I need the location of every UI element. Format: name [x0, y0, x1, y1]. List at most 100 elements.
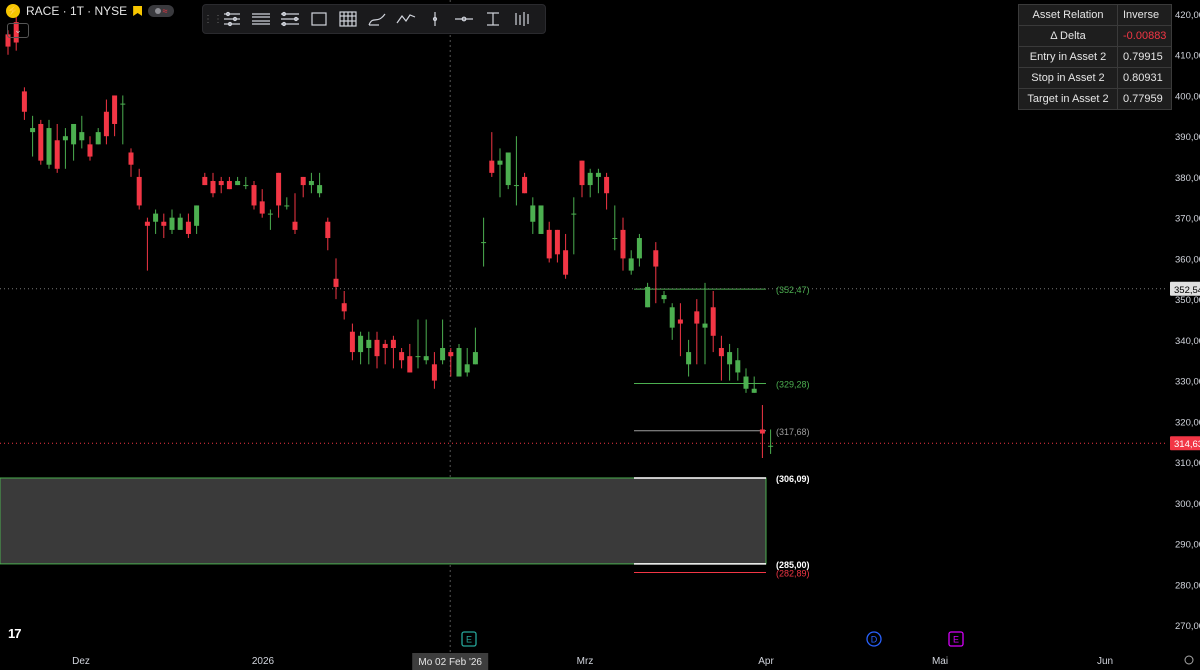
price-tag-label: 352,54 [1174, 285, 1200, 296]
candle-body [79, 132, 85, 141]
candle-body [210, 181, 216, 194]
y-tick-label: 340,00 [1175, 336, 1200, 347]
event-marker-letter: E [953, 635, 959, 645]
candle-body [554, 229, 560, 255]
candle-body [620, 229, 626, 259]
short-position-icon[interactable] [246, 5, 275, 33]
candle-body [464, 364, 470, 373]
candle-body [251, 185, 257, 206]
candle-body [735, 360, 741, 373]
candle-body [341, 303, 347, 312]
relation-label: Target in Asset 2 [1018, 88, 1118, 110]
candle-body [87, 144, 93, 157]
status-pill[interactable]: ≈ [148, 5, 175, 17]
candle-body [571, 213, 577, 215]
candle-body [743, 376, 749, 389]
relation-value: 0.77959 [1116, 88, 1173, 110]
relation-row: Asset Relation Inverse [1018, 4, 1173, 26]
relation-row: Δ Delta -0.00883 [1018, 25, 1173, 47]
y-tick-label: 320,00 [1175, 417, 1200, 428]
fib-icon[interactable] [275, 5, 304, 33]
candle-body [407, 356, 413, 373]
path-icon[interactable] [391, 5, 420, 33]
candle-body [645, 286, 651, 308]
candle-body [431, 364, 437, 381]
candle-body [530, 205, 536, 222]
candle-body [727, 352, 733, 365]
rectangle-icon[interactable] [304, 5, 333, 33]
candle-body [522, 176, 528, 194]
horizontal-ray-icon[interactable] [449, 5, 478, 33]
candle-body [366, 339, 372, 349]
x-axis-label: Apr [758, 656, 774, 667]
candle-body [604, 176, 610, 194]
y-tick-label: 290,00 [1175, 540, 1200, 551]
y-tick-label: 400,00 [1175, 91, 1200, 102]
candle-body [440, 348, 446, 361]
candle-body [21, 91, 27, 112]
candle-body [103, 111, 109, 137]
level-label: (317,68) [776, 427, 810, 437]
candle-body [653, 250, 659, 267]
x-axis-label: Jun [1097, 656, 1113, 667]
candle-body [472, 352, 478, 365]
candle-body [112, 95, 118, 124]
candle-body [505, 152, 511, 186]
candle-body [481, 242, 487, 244]
candle-body [177, 217, 183, 230]
price-tag-label: 314,63 [1174, 439, 1200, 450]
grid-icon[interactable] [333, 5, 362, 33]
relation-value: 0.79915 [1116, 46, 1173, 68]
candle-body [513, 185, 519, 187]
flag-icon[interactable] [133, 6, 143, 16]
symbol-label[interactable]: RACE · 1T · NYSE [26, 4, 127, 18]
candle-body [325, 221, 331, 239]
y-tick-label: 390,00 [1175, 132, 1200, 143]
tradingview-logo[interactable]: 17 [8, 626, 22, 641]
candle-body [292, 221, 298, 230]
candle-body [686, 352, 692, 365]
vertical-line-icon[interactable] [420, 5, 449, 33]
settings-icon[interactable] [1184, 655, 1194, 665]
candle-body [718, 348, 724, 357]
candle-body [284, 205, 290, 207]
toolbar-grip-icon[interactable]: ⋮⋮ [203, 14, 223, 25]
relation-label: Asset Relation [1018, 4, 1118, 26]
crosshair-date-label: Mo 02 Feb '26 [418, 657, 482, 668]
long-position-icon[interactable] [217, 5, 246, 33]
candle-body [161, 221, 167, 226]
y-tick-label: 350,00 [1175, 295, 1200, 306]
bars-icon[interactable] [507, 5, 536, 33]
candle-body [489, 160, 495, 173]
x-axis-label: Mai [932, 656, 948, 667]
x-axis-label: Mrz [577, 656, 594, 667]
level-label: (329,28) [776, 380, 810, 390]
symbol-header[interactable]: ⚡ RACE · 1T · NYSE ≈ [6, 4, 175, 18]
brush-icon[interactable] [362, 5, 391, 33]
candle-body [579, 160, 585, 186]
y-tick-label: 370,00 [1175, 214, 1200, 225]
candle-body [71, 123, 77, 145]
level-label: (306,09) [776, 474, 810, 484]
candle-body [669, 307, 675, 328]
candle-body [317, 185, 323, 194]
candle-body [120, 103, 126, 105]
candle-body [702, 323, 708, 328]
y-tick-label: 330,00 [1175, 377, 1200, 388]
candle-body [267, 213, 273, 215]
candle-body [349, 331, 355, 353]
candle-body [587, 172, 593, 186]
y-tick-label: 310,00 [1175, 458, 1200, 469]
event-marker-letter: D [871, 635, 878, 645]
symbol-logo-icon: ⚡ [6, 4, 20, 18]
y-tick-label: 410,00 [1175, 51, 1200, 62]
candle-body [374, 339, 380, 357]
candle-body [677, 319, 683, 324]
text-icon[interactable] [478, 5, 507, 33]
candle-body [448, 352, 454, 357]
y-tick-label: 380,00 [1175, 173, 1200, 184]
candle-body [612, 238, 618, 240]
candle-body [636, 238, 642, 259]
y-tick-label: 270,00 [1175, 621, 1200, 632]
collapse-chevron-button[interactable]: ⌄ [7, 23, 29, 38]
